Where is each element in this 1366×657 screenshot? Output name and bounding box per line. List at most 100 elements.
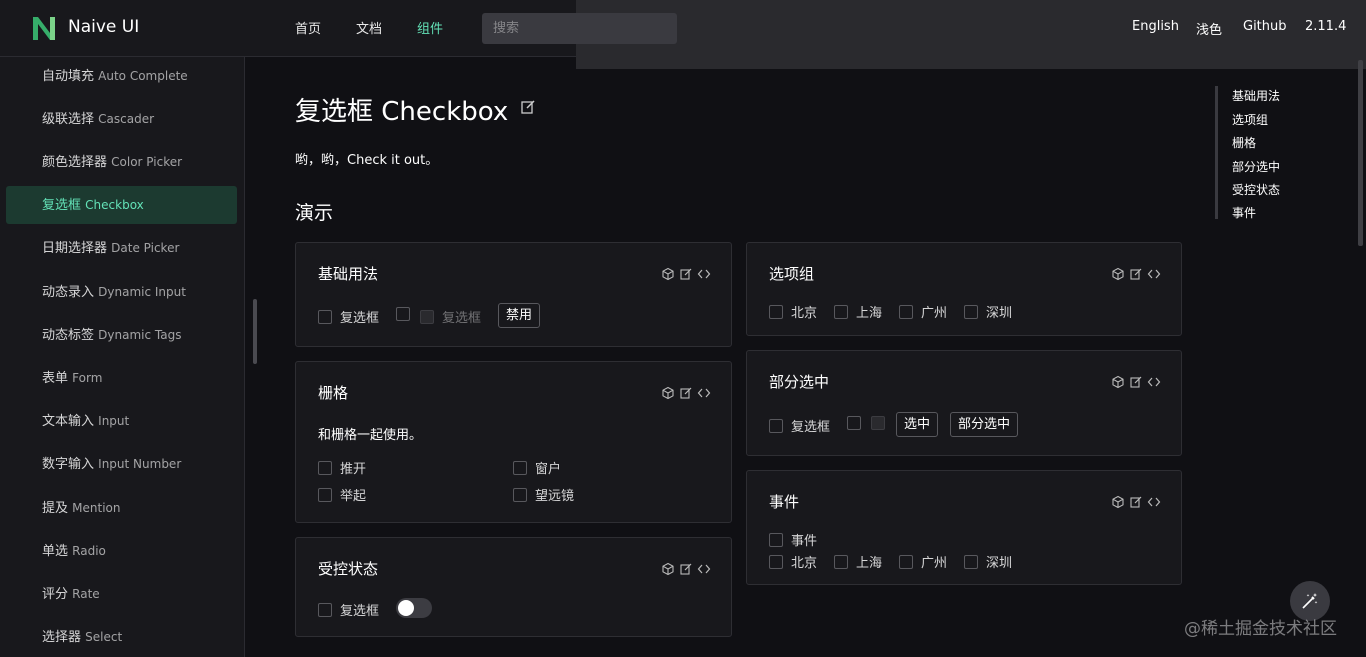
edit-icon[interactable] [679, 386, 693, 400]
sidebar-item-form[interactable]: 表单 Form [6, 359, 237, 397]
code-icon[interactable] [1147, 495, 1161, 509]
sidebar-item-label: 评分 [42, 587, 69, 602]
toc-item[interactable]: 事件 [1232, 204, 1256, 221]
edit-icon[interactable] [1129, 375, 1143, 389]
code-icon[interactable] [1147, 267, 1161, 281]
checkbox-box[interactable] [318, 602, 332, 617]
checkbox-unlabeled[interactable] [847, 416, 869, 430]
checkbox-unlabeled[interactable] [396, 307, 418, 321]
checkbox-box[interactable] [769, 532, 783, 547]
checkbox-box[interactable] [899, 304, 913, 319]
sidebar-item-input[interactable]: 文本输入 Input [6, 402, 237, 440]
checkbox[interactable]: 北京 [769, 552, 817, 571]
checkbox-box[interactable] [769, 304, 783, 319]
checkbox[interactable]: 复选框 [318, 600, 379, 619]
checkbox[interactable]: 复选框 [769, 416, 830, 435]
checkbox-box[interactable] [847, 416, 861, 430]
sidebar-item-label: 级联选择 [42, 112, 95, 127]
nav-docs[interactable]: 文档 [356, 18, 382, 37]
code-icon[interactable] [697, 267, 711, 281]
checkbox-box[interactable] [834, 554, 848, 569]
checkbox-box[interactable] [964, 554, 978, 569]
sidebar-item-date-picker[interactable]: 日期选择器 Date Picker [6, 229, 237, 267]
card-tools [661, 267, 711, 281]
sidebar-item-label: 文本输入 [42, 414, 95, 429]
checked-button[interactable]: 选中 [896, 412, 939, 437]
main-scrollbar[interactable] [1358, 60, 1363, 246]
checkbox-box[interactable] [318, 309, 332, 324]
checkbox-box[interactable] [396, 307, 410, 321]
search-input[interactable] [482, 13, 677, 44]
theme-switch[interactable]: 浅色 [1196, 19, 1222, 38]
github-link[interactable]: Github [1243, 19, 1287, 34]
card-tools [1111, 495, 1161, 509]
toc-item[interactable]: 基础用法 [1232, 87, 1280, 104]
checkbox[interactable]: 推开 [318, 458, 366, 477]
cube-icon[interactable] [661, 386, 675, 400]
code-icon[interactable] [1147, 375, 1161, 389]
edit-icon[interactable] [1129, 495, 1143, 509]
code-icon[interactable] [697, 562, 711, 576]
checkbox-box[interactable] [513, 460, 527, 475]
sidebar-item-mention[interactable]: 提及 Mention [6, 489, 237, 527]
cube-icon[interactable] [1111, 495, 1125, 509]
sidebar-item-radio[interactable]: 单选 Radio [6, 532, 237, 570]
checkbox-box[interactable] [318, 460, 332, 475]
nav-components[interactable]: 组件 [417, 18, 443, 37]
checkbox[interactable]: 举起 [318, 485, 366, 504]
edit-icon[interactable] [1129, 267, 1143, 281]
toc-item[interactable]: 部分选中 [1232, 158, 1280, 175]
checkbox[interactable]: 上海 [834, 302, 882, 321]
checkbox[interactable]: 复选框 [318, 307, 379, 326]
sidebar-scrollbar[interactable] [253, 299, 257, 364]
checkbox[interactable]: 窗户 [513, 458, 561, 477]
disable-button[interactable]: 禁用 [498, 303, 541, 328]
checkbox-box[interactable] [964, 304, 978, 319]
checkbox-box[interactable] [834, 304, 848, 319]
checkbox-box[interactable] [899, 554, 913, 569]
code-icon[interactable] [697, 386, 711, 400]
edit-icon[interactable] [520, 99, 536, 115]
header-overlay [576, 0, 1366, 69]
version-label[interactable]: 2.11.4 [1305, 19, 1346, 34]
sidebar-item-dynamic-tags[interactable]: 动态标签 Dynamic Tags [6, 316, 237, 354]
toggle-switch[interactable] [396, 598, 432, 618]
sidebar-item-color-picker[interactable]: 颜色选择器 Color Picker [6, 143, 237, 181]
checkbox[interactable]: 深圳 [964, 302, 1012, 321]
checkbox[interactable]: 事件 [769, 530, 817, 549]
checkbox[interactable]: 广州 [899, 552, 947, 571]
card-tools [661, 386, 711, 400]
toc-item[interactable]: 栅格 [1232, 134, 1256, 151]
naive-ui-logo-icon[interactable] [30, 15, 58, 42]
checkbox-label: 上海 [856, 556, 883, 571]
cube-icon[interactable] [1111, 375, 1125, 389]
edit-icon[interactable] [679, 267, 693, 281]
brand-name[interactable]: Naive UI [68, 17, 139, 37]
checkbox[interactable]: 望远镜 [513, 485, 574, 504]
sidebar-item-input-number[interactable]: 数字输入 Input Number [6, 445, 237, 483]
checkbox-label: 复选框 [791, 420, 831, 435]
sidebar-item-cascader[interactable]: 级联选择 Cascader [6, 100, 237, 138]
cube-icon[interactable] [1111, 267, 1125, 281]
toc-item[interactable]: 受控状态 [1232, 181, 1280, 198]
sidebar-item-checkbox[interactable]: 复选框 Checkbox [6, 186, 237, 224]
partial-button[interactable]: 部分选中 [950, 412, 1019, 437]
checkbox[interactable]: 广州 [899, 302, 947, 321]
checkbox[interactable]: 上海 [834, 552, 882, 571]
language-switch[interactable]: English [1132, 19, 1179, 34]
checkbox[interactable]: 深圳 [964, 552, 1012, 571]
sidebar-item-dynamic-input[interactable]: 动态录入 Dynamic Input [6, 273, 237, 311]
checkbox-box[interactable] [769, 418, 783, 433]
checkbox-box[interactable] [318, 487, 332, 502]
checkbox[interactable]: 北京 [769, 302, 817, 321]
sidebar-item-select[interactable]: 选择器 Select [6, 618, 237, 656]
cube-icon[interactable] [661, 562, 675, 576]
checkbox-box[interactable] [513, 487, 527, 502]
sidebar-item-auto-complete[interactable]: 自动填充 Auto Complete [6, 57, 237, 95]
checkbox-box[interactable] [769, 554, 783, 569]
toc-item[interactable]: 选项组 [1232, 111, 1268, 128]
nav-home[interactable]: 首页 [295, 18, 321, 37]
edit-icon[interactable] [679, 562, 693, 576]
cube-icon[interactable] [661, 267, 675, 281]
sidebar-item-rate[interactable]: 评分 Rate [6, 575, 237, 613]
